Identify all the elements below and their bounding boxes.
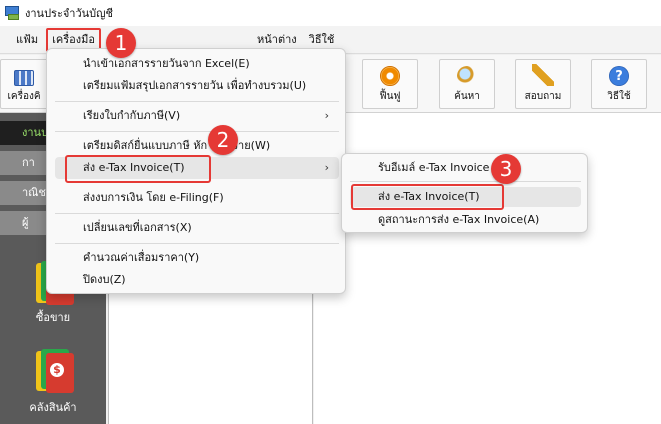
books-dollar-icon[interactable]: $ [36, 349, 74, 393]
inquiry-button[interactable]: สอบถาม [515, 59, 571, 109]
sidebar-item-purchase-sale[interactable]: ซื้อขาย [0, 308, 106, 326]
submenu-item-receive-etax-email[interactable]: รับอีเมล์ e-Tax Invoice [350, 158, 581, 178]
tools-dropdown-menu: นำเข้าเอกสารรายวันจาก Excel(E) เตรียมแฟ้… [46, 48, 346, 294]
step-badge-3: 3 [491, 154, 521, 184]
help-button[interactable]: ? วิธีใช้ [591, 59, 647, 109]
submenu-item-etax-status[interactable]: ดูสถานะการส่ง e-Tax Invoice(A) [350, 210, 581, 230]
chevron-right-icon: › [324, 161, 329, 174]
help-icon: ? [609, 66, 629, 86]
search-icon [457, 66, 477, 86]
sidebar-item-inventory[interactable]: คลังสินค้า [0, 398, 106, 416]
highlight-box-submenu-send [351, 184, 504, 210]
app-icon [5, 6, 19, 20]
step-badge-2: 2 [208, 125, 238, 155]
menu-item-sort-tax-invoice[interactable]: เรียงใบกำกับภาษี(V) › [55, 105, 339, 127]
title-bar: งานประจำวันบัญชี [0, 0, 661, 26]
etax-submenu: รับอีเมล์ e-Tax Invoice ส่ง e-Tax Invoic… [341, 153, 588, 233]
restore-button[interactable]: ฟื้นฟู [362, 59, 418, 109]
calculator-icon [14, 70, 34, 86]
menu-item-depreciation[interactable]: คำนวณค่าเสื่อมราคา(Y) [55, 247, 339, 269]
phone-icon [532, 64, 554, 86]
calculator-button[interactable]: เครื่องคิ [0, 59, 48, 109]
restore-icon [380, 66, 400, 86]
menu-item-prepare-wht-disk[interactable]: เตรียมดิสก์ยื่นแบบภาษี หัก ณ ที่จ่าย(W) [55, 135, 339, 157]
menu-file[interactable]: แฟ้ม [10, 29, 44, 51]
highlight-box-send-etax [65, 155, 211, 183]
menu-item-close-accounts[interactable]: ปิดงบ(Z) [55, 269, 339, 291]
menu-item-efiling[interactable]: ส่งงบการเงิน โดย e-Filing(F) [55, 187, 339, 209]
menu-item-prepare-summary[interactable]: เตรียมแฟ้มสรุปเอกสารรายวัน เพื่อทำงบรวม(… [55, 75, 339, 97]
menu-item-import-excel[interactable]: นำเข้าเอกสารรายวันจาก Excel(E) [55, 53, 339, 75]
step-badge-1: 1 [106, 28, 136, 58]
search-button[interactable]: ค้นหา [439, 59, 495, 109]
chevron-right-icon: › [324, 109, 329, 122]
window-title: งานประจำวันบัญชี [25, 7, 114, 20]
menu-item-change-doc-number[interactable]: เปลี่ยนเลขที่เอกสาร(X) [55, 217, 339, 239]
